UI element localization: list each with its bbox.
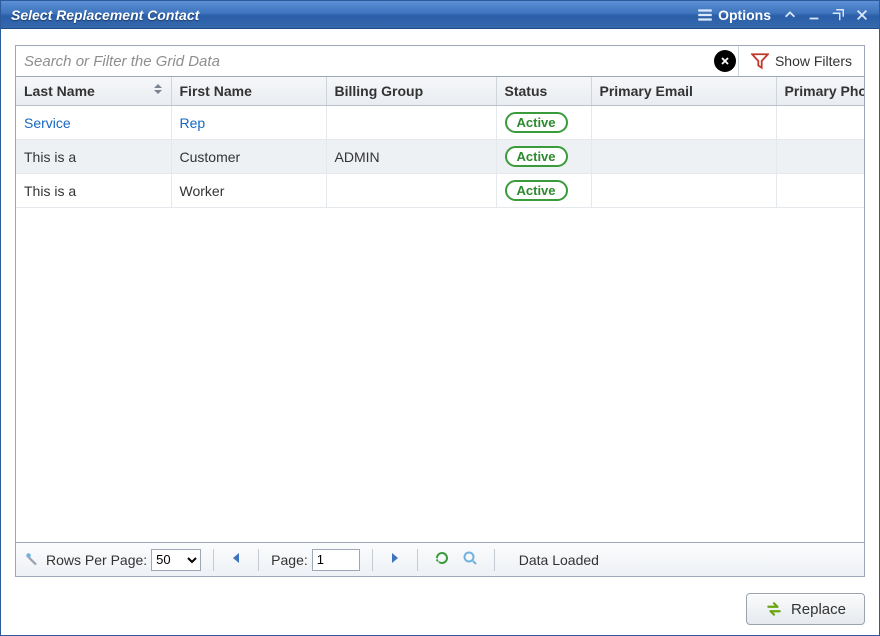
page-input[interactable] bbox=[312, 549, 360, 571]
separator bbox=[372, 549, 373, 571]
window-title: Select Replacement Contact bbox=[11, 7, 690, 23]
show-filters-label: Show Filters bbox=[775, 53, 852, 69]
grid-wrap: Last Name First Name Billing Group Statu… bbox=[15, 77, 865, 543]
contacts-grid: Last Name First Name Billing Group Statu… bbox=[16, 77, 864, 208]
cell-primary-phone bbox=[776, 140, 864, 174]
first-name-link[interactable]: Rep bbox=[180, 115, 206, 131]
clear-search-button[interactable] bbox=[714, 50, 736, 72]
cell-primary-email bbox=[591, 174, 776, 208]
next-page-button[interactable] bbox=[385, 549, 405, 570]
dialog-body: Show Filters Last Name bbox=[1, 29, 879, 585]
cell-last-name: Service bbox=[16, 106, 171, 140]
swap-icon bbox=[765, 600, 783, 618]
cell-primary-phone bbox=[776, 174, 864, 208]
replace-button[interactable]: Replace bbox=[746, 593, 865, 625]
search-wrap bbox=[16, 46, 739, 76]
separator bbox=[417, 549, 418, 571]
status-badge: Active bbox=[505, 180, 568, 201]
cell-first-name: Rep bbox=[171, 106, 326, 140]
title-bar: Select Replacement Contact Options bbox=[1, 1, 879, 29]
col-status[interactable]: Status bbox=[496, 77, 591, 106]
dialog-footer: Replace bbox=[1, 585, 879, 635]
dialog-window: Select Replacement Contact Options bbox=[0, 0, 880, 636]
col-first-name[interactable]: First Name bbox=[171, 77, 326, 106]
refresh-button[interactable] bbox=[430, 548, 454, 571]
cell-primary-email bbox=[591, 106, 776, 140]
cell-status: Active bbox=[496, 174, 591, 208]
grid-toolbar: Rows Per Page: 50 Page: Data Loa bbox=[15, 543, 865, 577]
filter-row: Show Filters bbox=[15, 45, 865, 77]
sort-icon bbox=[153, 83, 163, 95]
cell-primary-email bbox=[591, 140, 776, 174]
collapse-button[interactable] bbox=[779, 6, 801, 24]
cell-first-name: Customer bbox=[171, 140, 326, 174]
close-button[interactable] bbox=[851, 6, 873, 24]
minimize-button[interactable] bbox=[803, 6, 825, 24]
table-row[interactable]: This is aWorker Active bbox=[16, 174, 864, 208]
wand-icon[interactable] bbox=[24, 551, 42, 569]
options-label: Options bbox=[718, 7, 771, 23]
col-last-name-label: Last Name bbox=[24, 83, 95, 99]
status-badge: Active bbox=[505, 146, 568, 167]
options-button[interactable]: Options bbox=[690, 4, 777, 26]
col-billing-group[interactable]: Billing Group bbox=[326, 77, 496, 106]
cell-billing-group bbox=[326, 174, 496, 208]
col-last-name[interactable]: Last Name bbox=[16, 77, 171, 106]
cell-billing-group bbox=[326, 106, 496, 140]
funnel-icon bbox=[751, 52, 769, 70]
rows-per-page-label: Rows Per Page: bbox=[46, 552, 147, 568]
zoom-button[interactable] bbox=[458, 548, 482, 571]
search-input[interactable] bbox=[22, 52, 710, 71]
grid-scroll[interactable]: Last Name First Name Billing Group Statu… bbox=[16, 77, 864, 542]
cell-first-name: Worker bbox=[171, 174, 326, 208]
rows-per-page-select[interactable]: 50 bbox=[151, 549, 201, 571]
cell-billing-group: ADMIN bbox=[326, 140, 496, 174]
page-label: Page: bbox=[271, 552, 308, 568]
cell-primary-phone bbox=[776, 106, 864, 140]
prev-page-button[interactable] bbox=[226, 549, 246, 570]
maximize-button[interactable] bbox=[827, 6, 849, 24]
col-primary-email[interactable]: Primary Email bbox=[591, 77, 776, 106]
cell-last-name: This is a bbox=[16, 174, 171, 208]
list-icon bbox=[696, 6, 714, 24]
show-filters-button[interactable]: Show Filters bbox=[739, 46, 864, 76]
replace-label: Replace bbox=[791, 601, 846, 618]
table-row[interactable]: This is aCustomerADMIN Active bbox=[16, 140, 864, 174]
cell-last-name: This is a bbox=[16, 140, 171, 174]
separator bbox=[213, 549, 214, 571]
status-badge: Active bbox=[505, 112, 568, 133]
cell-status: Active bbox=[496, 106, 591, 140]
separator bbox=[494, 549, 495, 571]
table-row[interactable]: Service Rep Active bbox=[16, 106, 864, 140]
grid-header-row: Last Name First Name Billing Group Statu… bbox=[16, 77, 864, 106]
status-text: Data Loaded bbox=[519, 552, 599, 568]
separator bbox=[258, 549, 259, 571]
col-primary-phone[interactable]: Primary Phone bbox=[776, 77, 864, 106]
last-name-link[interactable]: Service bbox=[24, 115, 71, 131]
cell-status: Active bbox=[496, 140, 591, 174]
